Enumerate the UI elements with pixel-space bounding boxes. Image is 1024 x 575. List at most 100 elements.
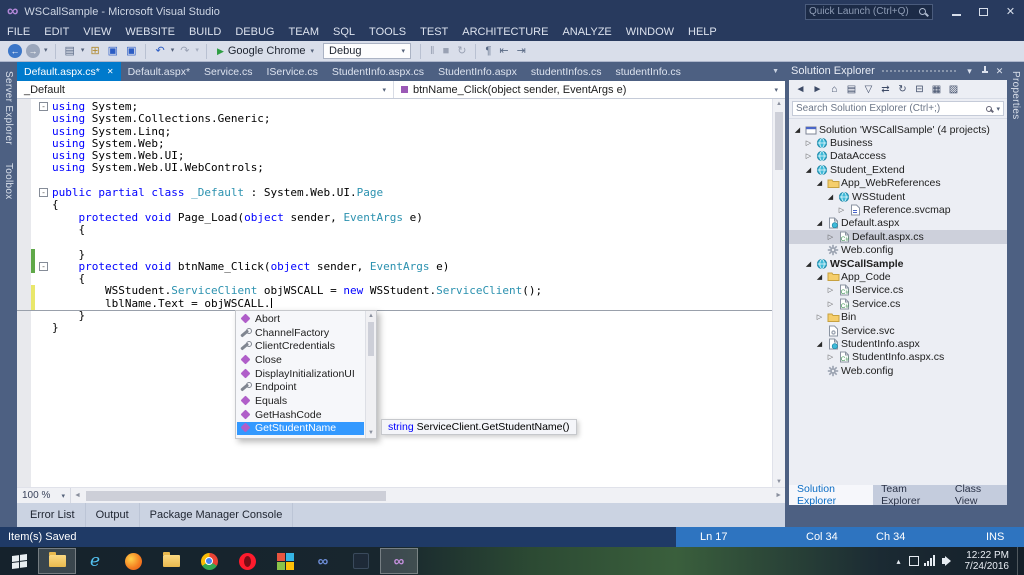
- tray-expand-icon[interactable]: ▴: [890, 557, 906, 566]
- tree-item-default-aspx[interactable]: ◢ Default.aspx: [789, 217, 1007, 230]
- tree-item-studentinfo-aspx[interactable]: ◢ StudentInfo.aspx: [789, 337, 1007, 350]
- solution-configuration-dropdown[interactable]: Debug ▾: [323, 43, 412, 59]
- menu-file[interactable]: FILE: [0, 23, 37, 41]
- breakpoint-margin[interactable]: [17, 310, 31, 322]
- menu-help[interactable]: HELP: [681, 23, 724, 41]
- solution-explorer-header[interactable]: Solution Explorer ▾ ✕: [789, 62, 1007, 80]
- refresh-icon[interactable]: ↻: [894, 82, 911, 97]
- tool-tab-toolbox[interactable]: Toolbox: [3, 154, 14, 209]
- navigate-history-icon[interactable]: ▾: [43, 42, 49, 60]
- stop-debugging-icon[interactable]: ■: [440, 42, 453, 60]
- tree-item-student-extend[interactable]: ◢ Student_Extend: [789, 163, 1007, 176]
- restart-debugging-icon[interactable]: ↻: [454, 42, 469, 60]
- tool-tab-class-view[interactable]: Class View: [947, 483, 1007, 507]
- collapse-icon[interactable]: -: [39, 102, 48, 111]
- collapse-icon[interactable]: -: [39, 261, 48, 271]
- drag-grip[interactable]: [880, 68, 956, 74]
- tree-item-web-config[interactable]: Web.config: [789, 364, 1007, 377]
- taskbar-internet-explorer[interactable]: e: [76, 548, 114, 574]
- breakpoint-margin[interactable]: [17, 285, 31, 297]
- quick-launch[interactable]: [805, 3, 933, 20]
- scroll-right-icon[interactable]: ►: [772, 492, 785, 499]
- navigate-backward-icon[interactable]: ←: [8, 44, 22, 58]
- menu-sql[interactable]: SQL: [326, 23, 362, 41]
- breakpoint-margin[interactable]: [17, 150, 31, 162]
- completion-item-endpoint[interactable]: Endpoint: [237, 380, 364, 394]
- pin-icon[interactable]: [977, 65, 992, 77]
- expand-icon[interactable]: ▷: [803, 139, 814, 147]
- vertical-scrollbar[interactable]: ▲ ▼: [772, 99, 785, 487]
- code-line[interactable]: - protected void btnName_Click(object se…: [17, 260, 772, 274]
- code-line[interactable]: }: [17, 309, 772, 322]
- show-all-files-icon[interactable]: ▦: [928, 82, 945, 97]
- breakpoint-margin[interactable]: [17, 126, 31, 138]
- code-line[interactable]: }: [17, 322, 772, 334]
- expand-icon[interactable]: ▷: [803, 152, 814, 160]
- properties-icon[interactable]: ▨: [945, 82, 962, 97]
- scroll-up-icon[interactable]: ▲: [773, 99, 785, 109]
- breakpoint-margin[interactable]: [17, 236, 31, 248]
- taskbar-file-explorer[interactable]: [38, 548, 76, 574]
- tree-item-bin[interactable]: ▷ Bin: [789, 310, 1007, 323]
- tree-item-studentinfo-aspx-cs[interactable]: ▷ C# StudentInfo.aspx.cs: [789, 351, 1007, 364]
- tab-list-dropdown-icon[interactable]: ▼: [766, 68, 785, 75]
- scrollbar-thumb[interactable]: [85, 490, 386, 501]
- completion-item-close[interactable]: Close: [237, 353, 364, 367]
- increase-indent-icon[interactable]: ⇥: [514, 42, 529, 60]
- forward-icon[interactable]: ►: [809, 82, 826, 97]
- save-all-icon[interactable]: ▣: [123, 42, 139, 60]
- menu-test[interactable]: TEST: [413, 23, 455, 41]
- completion-item-channelfactory[interactable]: ChannelFactory: [237, 326, 364, 340]
- breakpoint-margin[interactable]: [17, 138, 31, 150]
- panel-tab-error-list[interactable]: Error List: [20, 503, 86, 527]
- show-whitespace-icon[interactable]: ¶: [482, 42, 494, 60]
- breakpoint-margin[interactable]: [17, 261, 31, 273]
- tree-item-service-svc[interactable]: Service.svc: [789, 324, 1007, 337]
- menu-team[interactable]: TEAM: [281, 23, 326, 41]
- tree-item-dataaccess[interactable]: ▷ DataAccess: [789, 150, 1007, 163]
- search-input[interactable]: [796, 103, 985, 114]
- taskbar-folder[interactable]: [152, 548, 190, 574]
- expand-icon[interactable]: ▷: [825, 353, 836, 361]
- completion-item-clientcredentials[interactable]: ClientCredentials: [237, 339, 364, 353]
- collapse-icon[interactable]: ◢: [825, 193, 836, 201]
- breakpoint-margin[interactable]: [17, 187, 31, 199]
- completion-item-equals[interactable]: Equals: [237, 394, 364, 408]
- menu-build[interactable]: BUILD: [182, 23, 228, 41]
- code-line[interactable]: {: [17, 223, 772, 236]
- code-line[interactable]: lblName.Text = objWSCALL.: [17, 297, 772, 311]
- expand-icon[interactable]: ▷: [814, 313, 825, 321]
- code-line[interactable]: - public partial class _Default : System.…: [17, 186, 772, 199]
- scroll-down-icon[interactable]: ▼: [366, 428, 376, 438]
- completion-item-getstudentname[interactable]: GetStudentName: [237, 421, 364, 436]
- collapse-all-icon[interactable]: ⊟: [911, 82, 928, 97]
- new-file-icon[interactable]: ▤: [62, 42, 78, 60]
- member-dropdown[interactable]: btnName_Click(object sender, EventArgs e…: [394, 81, 785, 98]
- scrollbar-thumb[interactable]: [775, 112, 783, 170]
- tree-item-app-webreferences[interactable]: ◢ App_WebReferences: [789, 177, 1007, 190]
- collapse-icon[interactable]: ◢: [803, 166, 814, 174]
- menu-debug[interactable]: DEBUG: [228, 23, 281, 41]
- editor-tab-default-aspx[interactable]: Default.aspx*: [121, 62, 197, 81]
- taskbar-visual-studio-2012[interactable]: ∞: [304, 548, 342, 574]
- breakpoint-margin[interactable]: [17, 162, 31, 174]
- collapse-icon[interactable]: -: [39, 188, 48, 198]
- breakpoint-margin[interactable]: [17, 322, 31, 334]
- taskbar-visual-studio-2013[interactable]: ∞: [380, 548, 418, 574]
- expand-icon[interactable]: ▷: [825, 286, 836, 294]
- close-button[interactable]: ✕: [997, 0, 1024, 23]
- tree-item-iservice-cs[interactable]: ▷ C# IService.cs: [789, 284, 1007, 297]
- completion-item-displayinitializationui[interactable]: DisplayInitializationUI: [237, 367, 364, 381]
- breakpoint-margin[interactable]: [17, 249, 31, 261]
- menu-window[interactable]: WINDOW: [619, 23, 681, 41]
- code-editor[interactable]: - using System; using System.Collections.G…: [17, 99, 785, 487]
- scroll-down-icon[interactable]: ▼: [773, 477, 785, 487]
- editor-tab-service-cs[interactable]: Service.cs: [197, 62, 259, 81]
- breakpoint-margin[interactable]: [17, 113, 31, 125]
- taskbar-app-dark[interactable]: [342, 548, 380, 574]
- volume-icon[interactable]: [941, 554, 955, 568]
- clock[interactable]: 12:22 PM 7/24/2016: [957, 550, 1018, 572]
- collapse-icon[interactable]: ◢: [803, 260, 814, 268]
- expand-icon[interactable]: ▷: [825, 300, 836, 308]
- scroll-up-icon[interactable]: ▲: [366, 311, 376, 321]
